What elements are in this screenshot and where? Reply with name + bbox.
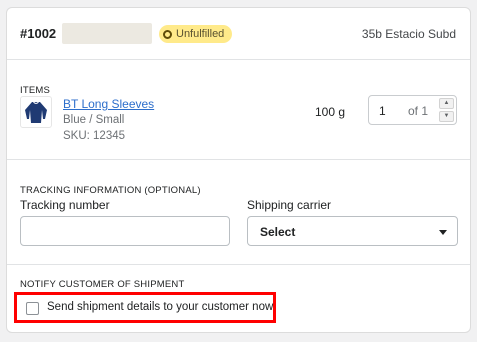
caret-down-icon	[439, 230, 447, 235]
unfulfilled-status-icon	[163, 29, 172, 39]
notify-customer-label[interactable]: Send shipment details to your customer n…	[47, 301, 273, 313]
status-badge: Unfulfilled	[159, 25, 233, 43]
product-name-link[interactable]: BT Long Sleeves	[63, 97, 154, 111]
tracking-section: TRACKING INFORMATION (OPTIONAL) Tracking…	[7, 160, 470, 265]
increment-icon[interactable]: ▲	[439, 98, 454, 109]
redacted-area	[62, 23, 152, 44]
items-section-title: ITEMS	[20, 85, 51, 96]
product-sku: SKU: 12345	[63, 130, 126, 142]
fulfillment-card: #1002 Unfulfilled 35b Estacio Subd ITEMS…	[6, 7, 471, 333]
tracking-section-title: TRACKING INFORMATION (OPTIONAL)	[20, 185, 201, 196]
stepper-controls: ▲ ▼	[439, 98, 454, 122]
decrement-icon[interactable]: ▼	[439, 111, 454, 122]
notify-section-title: NOTIFY CUSTOMER OF SHIPMENT	[20, 279, 185, 290]
location-name: 35b Estacio Subd	[361, 27, 456, 41]
order-number: #1002	[20, 26, 57, 41]
notify-section: NOTIFY CUSTOMER OF SHIPMENT Send shipmen…	[7, 265, 470, 332]
shipping-carrier-label: Shipping carrier	[247, 198, 332, 212]
product-weight: 100 g	[315, 105, 346, 119]
long-sleeve-shirt-icon	[25, 101, 47, 123]
shipping-carrier-select[interactable]: Select	[247, 216, 458, 246]
items-section: ITEMS BT Long Sleeves Blue / Small SKU: …	[7, 60, 470, 160]
product-variant: Blue / Small	[63, 114, 125, 126]
tracking-number-input[interactable]	[20, 216, 230, 246]
quantity-stepper[interactable]: 1 of 1 ▲ ▼	[368, 95, 457, 125]
quantity-total: of 1	[408, 104, 429, 118]
shipping-carrier-value: Select	[260, 225, 296, 239]
order-header: #1002 Unfulfilled 35b Estacio Subd	[7, 8, 470, 60]
quantity-value[interactable]: 1	[379, 104, 386, 118]
status-badge-label: Unfulfilled	[176, 28, 225, 40]
tracking-number-label: Tracking number	[20, 198, 110, 212]
notify-customer-checkbox[interactable]	[26, 302, 39, 315]
highlight-box: Send shipment details to your customer n…	[14, 292, 276, 323]
product-thumbnail	[20, 96, 52, 128]
